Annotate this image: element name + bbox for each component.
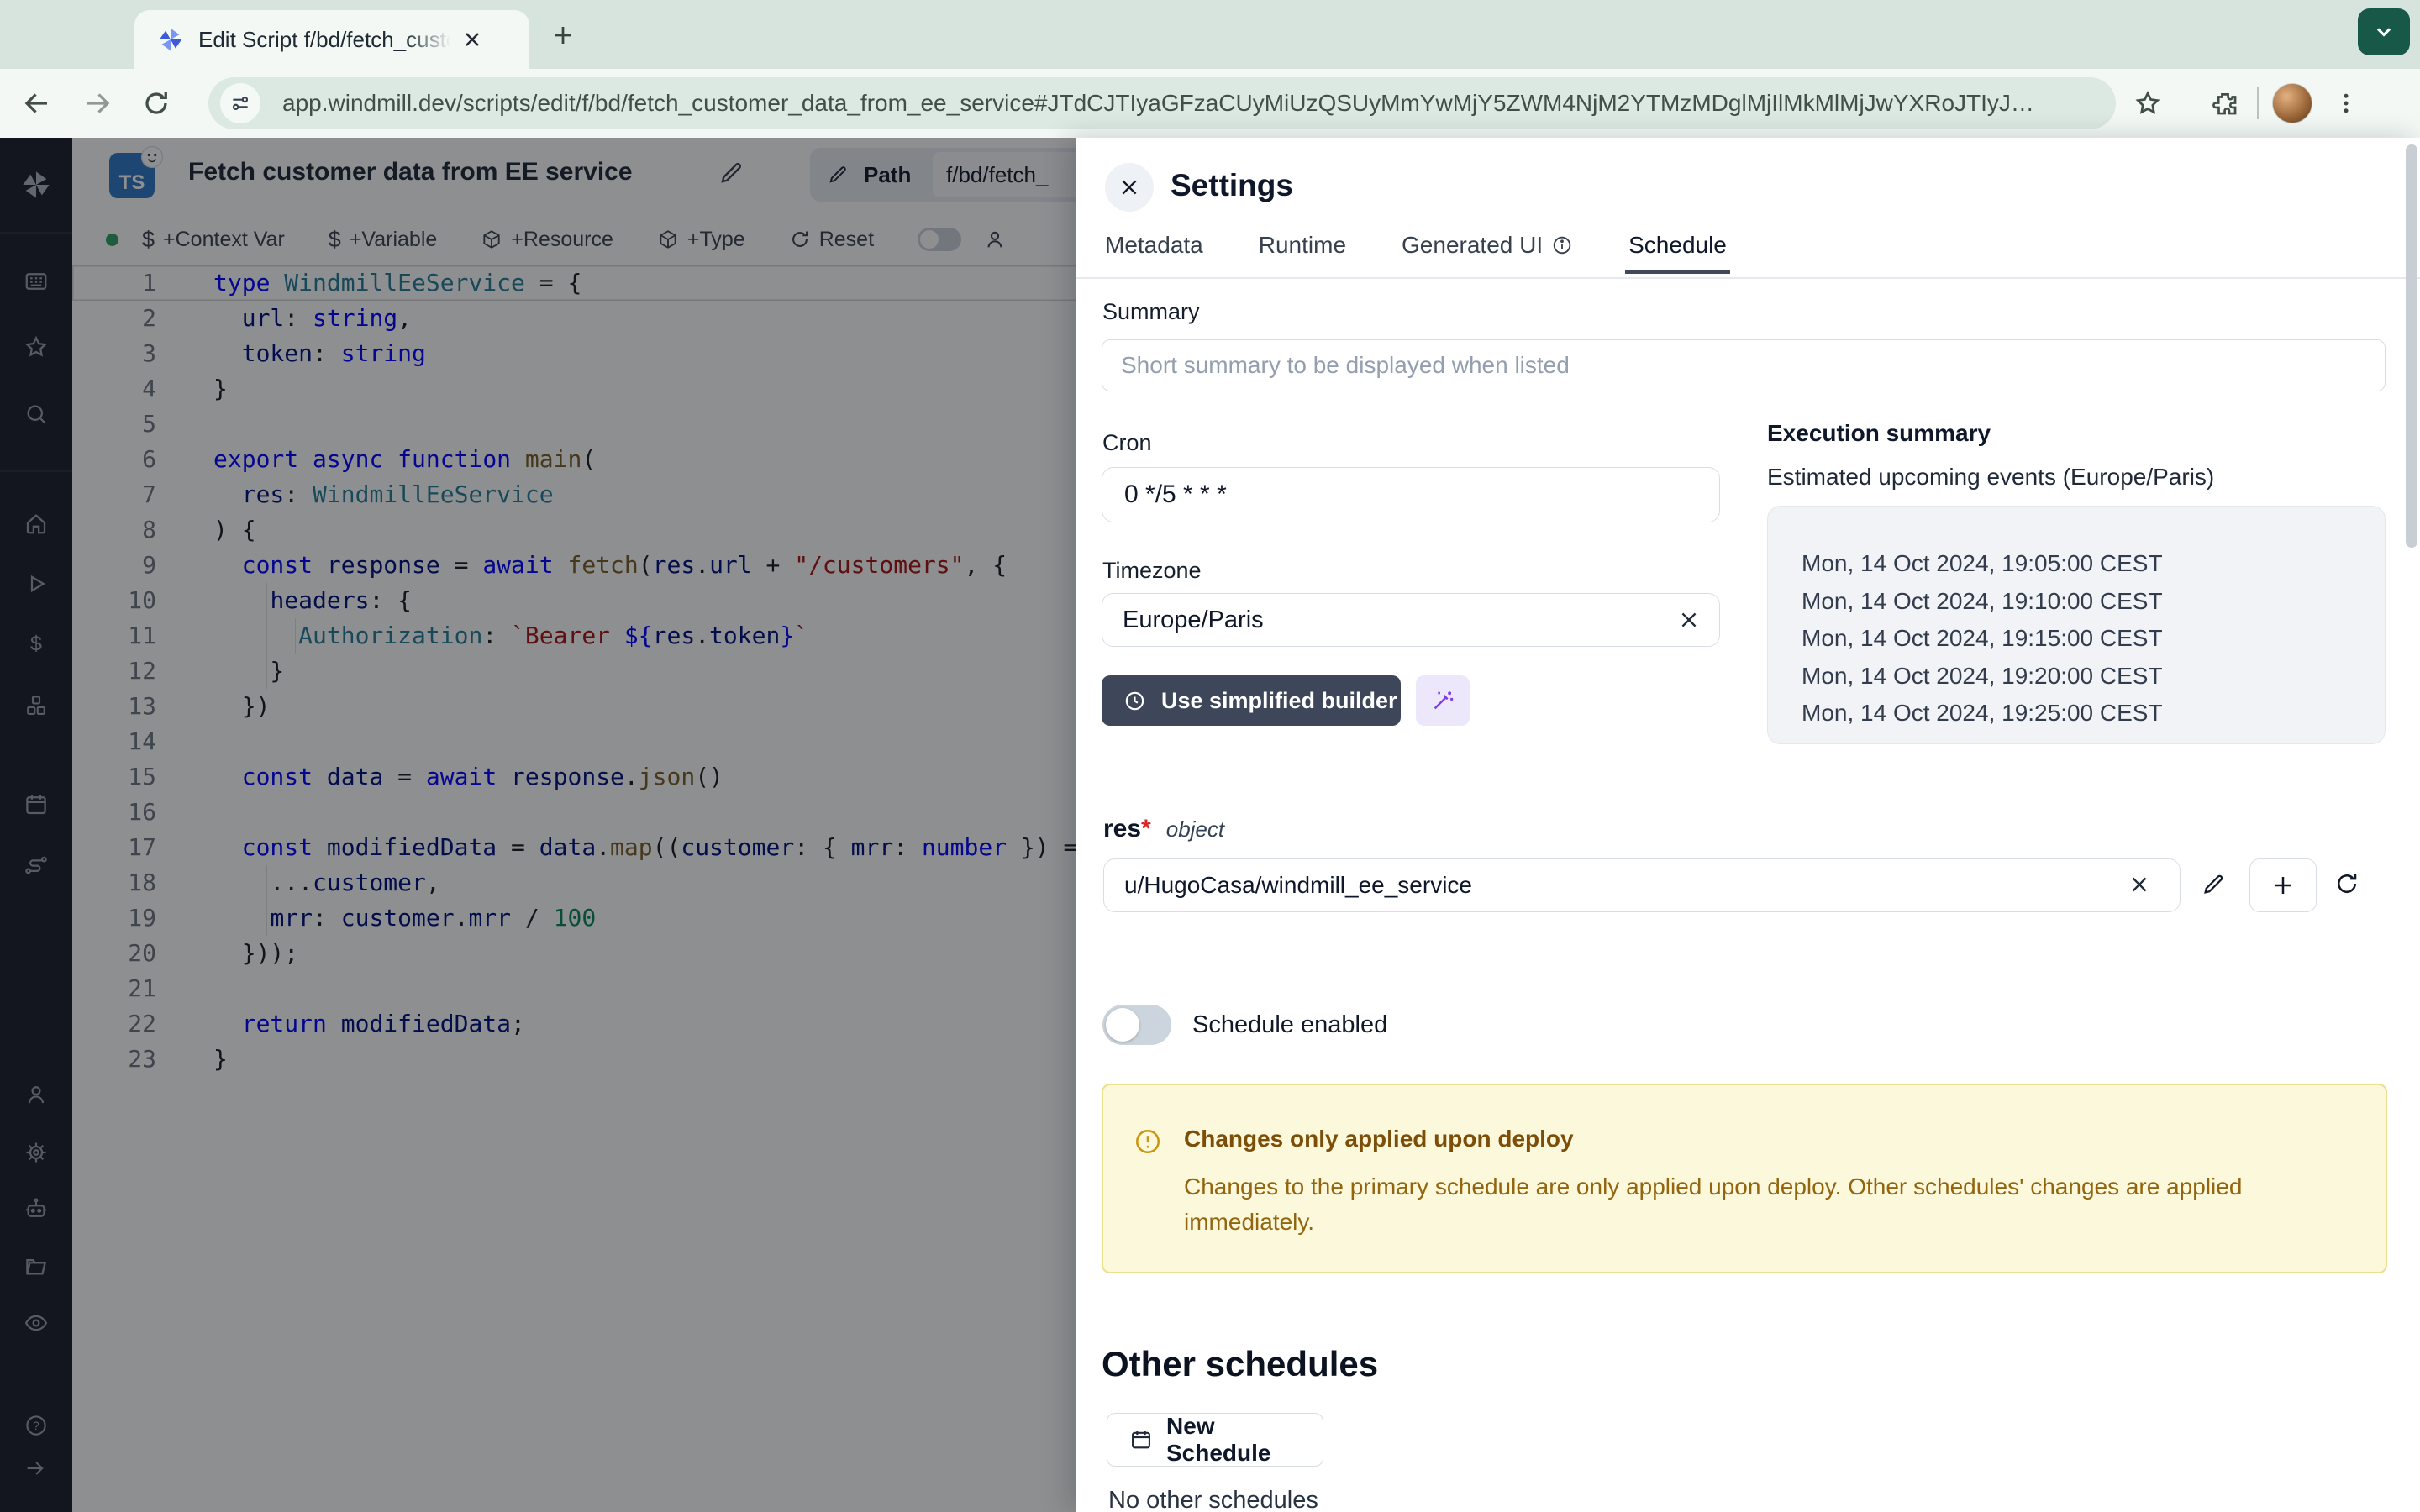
event-row: Mon, 14 Oct 2024, 19:15:00 CEST (1802, 620, 2385, 658)
reload-icon[interactable] (138, 85, 175, 122)
clear-res-icon[interactable] (2128, 874, 2150, 895)
toolbar-right (2129, 69, 2365, 138)
execution-summary-title: Execution summary (1767, 420, 1991, 447)
calendar-icon (1129, 1428, 1153, 1452)
extensions-puzzle-icon[interactable] (2207, 85, 2244, 122)
tabs-divider (1076, 277, 2420, 279)
timezone-input[interactable] (1102, 593, 1720, 647)
tab-metadata[interactable]: Metadata (1102, 232, 1207, 274)
browser-profile-chip[interactable] (2358, 8, 2410, 55)
site-settings-icon[interactable] (220, 83, 260, 123)
windmill-favicon-icon (156, 25, 185, 54)
required-asterisk: * (1141, 815, 1151, 843)
browser-tab[interactable]: Edit Script f/bd/fetch_customer_data_fro… (134, 10, 529, 69)
clock-icon (1123, 690, 1146, 712)
tab-runtime[interactable]: Runtime (1255, 232, 1349, 274)
settings-tabs: Metadata Runtime Generated UI Schedule (1102, 232, 1730, 274)
schedule-enabled-label: Schedule enabled (1192, 1011, 1387, 1039)
event-row: Mon, 14 Oct 2024, 19:10:00 CEST (1802, 583, 2385, 621)
add-resource-plus-button[interactable] (2249, 858, 2317, 912)
tab-schedule[interactable]: Schedule (1625, 232, 1730, 274)
forward-icon[interactable] (79, 85, 116, 122)
warning-body: Changes to the primary schedule are only… (1184, 1169, 2323, 1240)
address-bar[interactable]: app.windmill.dev/scripts/edit/f/bd/fetch… (208, 77, 2116, 129)
magic-wand-icon (1430, 688, 1455, 713)
settings-drawer: Settings Metadata Runtime Generated UI S… (1076, 138, 2420, 1512)
summary-input[interactable] (1102, 339, 2386, 391)
tab-title: Edit Script f/bd/fetch_customer_data_fro… (198, 27, 450, 53)
settings-title: Settings (1171, 168, 1293, 203)
deploy-warning-box: Changes only applied upon deploy Changes… (1102, 1084, 2387, 1273)
event-row: Mon, 14 Oct 2024, 19:25:00 CEST (1802, 695, 2385, 732)
use-simplified-builder-button[interactable]: Use simplified builder (1102, 675, 1401, 726)
res-resource-input[interactable] (1103, 858, 2181, 912)
tab-generated-ui[interactable]: Generated UI (1398, 232, 1576, 274)
cron-label: Cron (1102, 430, 1152, 456)
edit-resource-pencil-icon[interactable] (2201, 872, 2226, 897)
close-settings-button[interactable] (1105, 163, 1154, 212)
res-arg-label: res* object (1103, 815, 1224, 843)
browser-tabstrip: Edit Script f/bd/fetch_customer_data_fro… (0, 0, 2420, 69)
warning-title: Changes only applied upon deploy (1184, 1126, 1574, 1152)
warning-icon (1134, 1127, 1162, 1156)
toolbar-separator (2257, 87, 2259, 119)
cron-input[interactable] (1102, 467, 1720, 522)
event-row: Mon, 14 Oct 2024, 19:05:00 CEST (1802, 545, 2385, 583)
profile-avatar[interactable] (2272, 83, 2312, 123)
execution-events: Mon, 14 Oct 2024, 19:05:00 CESTMon, 14 O… (1767, 506, 2386, 744)
summary-label: Summary (1102, 299, 1200, 325)
drawer-scrollbar[interactable] (2406, 144, 2417, 1505)
execution-summary-subtitle: Estimated upcoming events (Europe/Paris) (1767, 464, 2214, 491)
event-row: Mon, 14 Oct 2024, 19:20:00 CEST (1802, 658, 2385, 696)
windmill-app: $ ? T (0, 138, 2420, 1512)
modal-dim-overlay[interactable] (0, 138, 1076, 1512)
url-text: app.windmill.dev/scripts/edit/f/bd/fetch… (282, 90, 2034, 117)
no-other-schedules-text: No other schedules (1108, 1487, 1318, 1512)
clear-timezone-icon[interactable] (1678, 609, 1700, 631)
res-type: object (1166, 816, 1224, 843)
kebab-menu-icon[interactable] (2328, 85, 2365, 122)
schedule-enabled-toggle[interactable] (1102, 1005, 1171, 1045)
info-icon (1551, 234, 1573, 256)
new-schedule-button[interactable]: New Schedule (1107, 1413, 1323, 1467)
timezone-label: Timezone (1102, 558, 1202, 584)
bookmark-star-icon[interactable] (2129, 85, 2166, 122)
refresh-resource-icon[interactable] (2333, 870, 2360, 897)
tab-close-icon[interactable] (455, 23, 489, 56)
other-schedules-title: Other schedules (1102, 1344, 1378, 1384)
new-tab-button[interactable] (544, 17, 581, 54)
back-icon[interactable] (18, 85, 55, 122)
ai-magic-wand-button[interactable] (1416, 675, 1470, 726)
